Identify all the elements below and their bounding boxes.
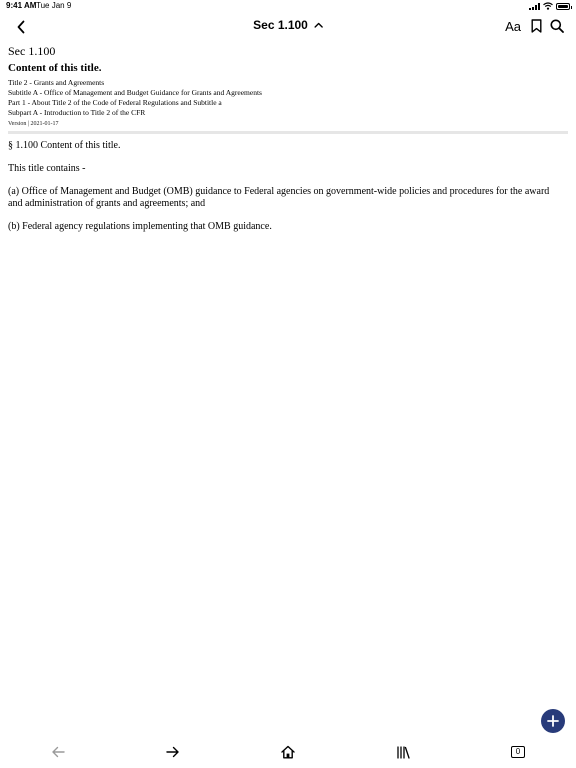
section-number: Sec 1.100 [8, 44, 56, 58]
nav-actions: Aa [503, 16, 564, 36]
add-button[interactable] [541, 709, 565, 733]
header-divider [8, 131, 568, 134]
plus-icon [547, 715, 559, 727]
breadcrumb-part: Part 1 - About Title 2 of the Code of Fe… [8, 98, 222, 107]
bookmark-button[interactable] [531, 16, 542, 36]
status-indicators [529, 2, 572, 10]
cellular-signal-icon [529, 2, 540, 10]
chevron-left-icon [17, 20, 25, 34]
home-button[interactable] [278, 742, 298, 762]
paragraph: (a) Office of Management and Budget (OMB… [8, 186, 550, 209]
breadcrumb: Title 2 - Grants and Agreements Subtitle… [8, 78, 568, 118]
nav-title: Sec 1.100 [253, 18, 308, 32]
tabs-icon: 0 [511, 746, 525, 758]
paragraph: This title contains - [8, 163, 86, 174]
section-body: § 1.100 Content of this title. This titl… [8, 140, 564, 244]
bookmark-icon [531, 19, 542, 33]
library-button[interactable] [393, 742, 413, 762]
version-label: Version | 2021-01-17 [8, 121, 59, 127]
chevron-up-icon [314, 22, 323, 28]
section-title-button[interactable]: Sec 1.100 [253, 18, 323, 32]
tabs-button[interactable]: 0 [508, 742, 528, 762]
font-size-button[interactable]: Aa [503, 16, 523, 36]
battery-icon [556, 2, 572, 10]
breadcrumb-title: Title 2 - Grants and Agreements [8, 78, 105, 87]
breadcrumb-subpart: Subpart A - Introduction to Title 2 of t… [8, 108, 146, 117]
section-header: Sec 1.100 Content of this title. Title 2… [8, 44, 568, 128]
library-icon [397, 745, 410, 759]
history-back-button[interactable] [48, 742, 68, 762]
search-icon [550, 19, 564, 33]
wifi-icon [543, 2, 553, 10]
screen: 9:41 AM Tue Jan 9 Sec 1.100 Aa Sec 1.100… [0, 0, 576, 768]
navigation-bar: Sec 1.100 Aa [0, 14, 576, 38]
paragraph: § 1.100 Content of this title. [8, 140, 121, 151]
history-forward-button[interactable] [163, 742, 183, 762]
status-time: 9:41 AM [6, 1, 37, 10]
status-date: Tue Jan 9 [36, 1, 72, 10]
breadcrumb-subtitle: Subtitle A - Office of Management and Bu… [8, 88, 262, 97]
paragraph: (b) Federal agency regulations implement… [8, 221, 272, 232]
back-button[interactable] [10, 16, 32, 38]
home-icon [281, 745, 295, 759]
bottom-toolbar: 0 [0, 736, 576, 768]
section-heading: Content of this title. [8, 62, 102, 74]
search-button[interactable] [550, 16, 564, 36]
status-bar: 9:41 AM Tue Jan 9 [0, 0, 576, 12]
arrow-right-icon [166, 746, 179, 758]
arrow-left-icon [52, 746, 65, 758]
